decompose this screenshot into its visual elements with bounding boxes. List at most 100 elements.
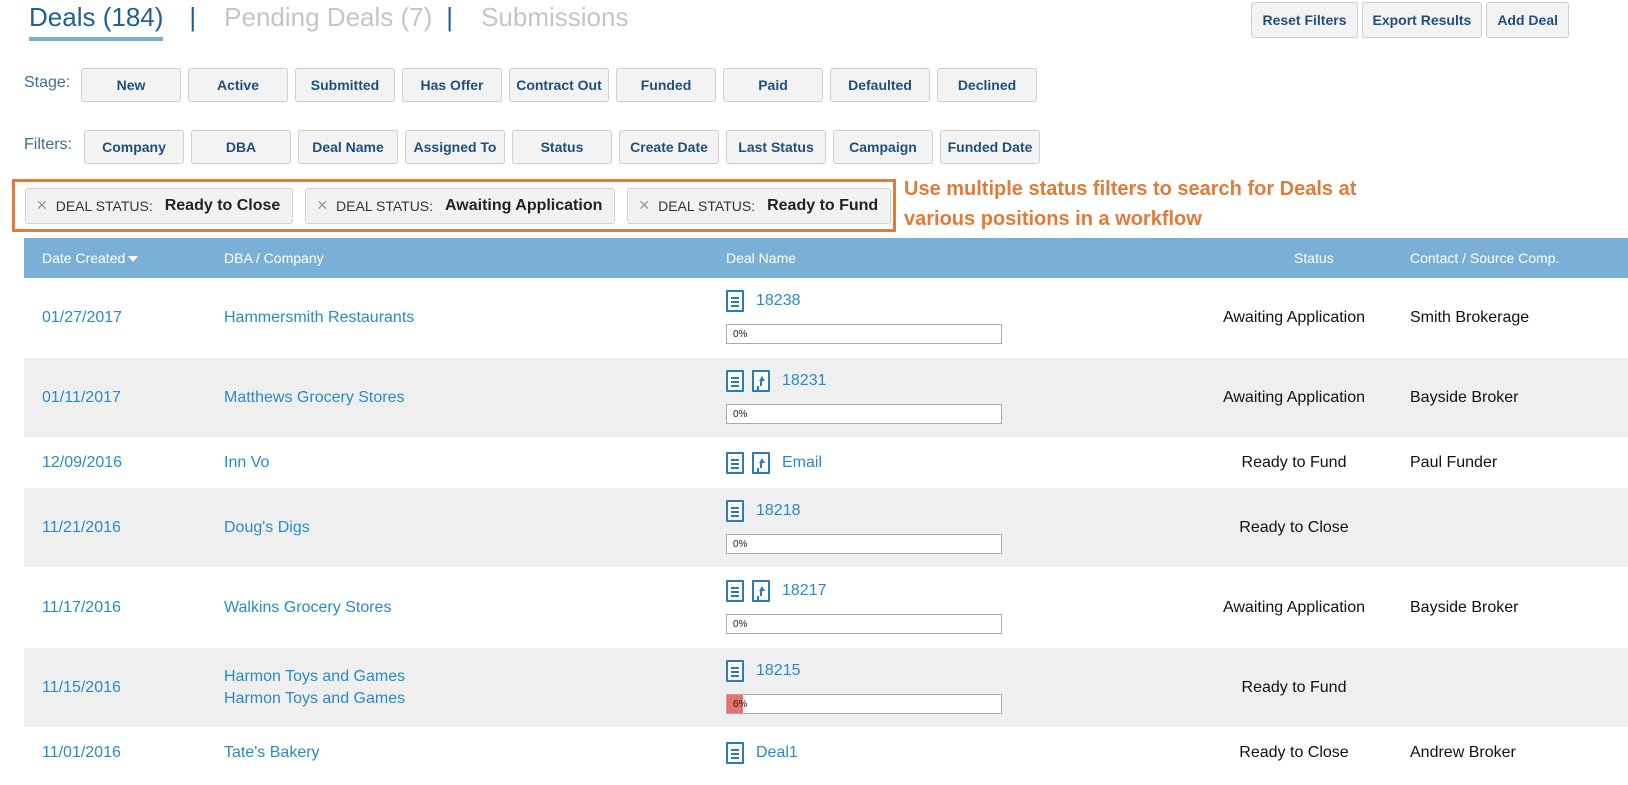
stage-contract-out-button[interactable]: Contract Out [509, 68, 609, 102]
document-icon[interactable] [726, 660, 744, 682]
sort-down-icon [128, 256, 139, 263]
filter-chips: Company DBA Deal Name Assigned To Status… [84, 130, 1040, 164]
progress-label: 0% [733, 329, 748, 340]
status-text: Ready to Fund [1241, 454, 1347, 471]
company-link[interactable]: Harmon Toys and Games [224, 690, 405, 708]
deal-name-link[interactable]: 18215 [756, 662, 801, 680]
progress-bar: 0% [726, 324, 1002, 344]
deals-table: Date Created DBA / Company Deal Name Sta… [24, 238, 1628, 778]
document-icon[interactable] [726, 500, 744, 522]
deal-name-cell: 18231 [726, 370, 827, 392]
contact-source-text: Paul Funder [1410, 454, 1498, 471]
progress-bar: 6% [726, 694, 1002, 714]
deal-name-cell: 18217 [726, 580, 827, 602]
dba-link[interactable]: Harmon Toys and Games [224, 668, 405, 686]
table-row: 11/01/2016 Tate's Bakery Deal1 Ready to Clo… [24, 728, 1628, 778]
contact-source-text: Andrew Broker [1410, 744, 1516, 761]
remove-filter-icon[interactable]: ✕ [316, 197, 328, 214]
filter-deal-name-button[interactable]: Deal Name [298, 130, 398, 164]
reset-filters-button[interactable]: Reset Filters [1251, 2, 1358, 38]
stage-has-offer-button[interactable]: Has Offer [402, 68, 502, 102]
contact-source-text: Smith Brokerage [1410, 309, 1530, 326]
column-header-date[interactable]: Date Created [42, 250, 139, 266]
date-created-link[interactable]: 01/27/2017 [42, 309, 122, 327]
table-row: 11/21/2016 Doug's Digs 18218 0% Ready to Clo… [24, 488, 1628, 568]
deal-name-link[interactable]: Deal1 [756, 744, 798, 762]
filter-last-status-button[interactable]: Last Status [726, 130, 826, 164]
upload-icon[interactable] [752, 452, 770, 474]
filter-status-button[interactable]: Status [512, 130, 612, 164]
stage-active-button[interactable]: Active [188, 68, 288, 102]
upload-icon[interactable] [752, 580, 770, 602]
deal-name-link[interactable]: 18238 [756, 292, 801, 310]
filters-label: Filters: [24, 136, 72, 153]
date-created-link[interactable]: 11/17/2016 [42, 599, 121, 617]
progress-label: 0% [733, 409, 748, 420]
dba-link[interactable]: Matthews Grocery Stores [224, 389, 405, 407]
upload-icon[interactable] [752, 370, 770, 392]
progress-bar: 0% [726, 534, 1002, 554]
tab-separator: | [446, 2, 454, 32]
dba-link[interactable]: Hammersmith Restaurants [224, 309, 414, 327]
progress-bar: 0% [726, 614, 1002, 634]
filter-tag-value: Awaiting Application [445, 196, 603, 214]
document-icon[interactable] [726, 452, 744, 474]
dba-link[interactable]: Doug's Digs [224, 519, 310, 537]
stage-defaulted-button[interactable]: Defaulted [830, 68, 930, 102]
tab-pending-deals[interactable]: Pending Deals (7) [224, 2, 432, 33]
stage-new-button[interactable]: New [81, 68, 181, 102]
progress-label: 0% [733, 539, 748, 550]
status-text: Ready to Close [1239, 744, 1349, 761]
date-created-link[interactable]: 11/15/2016 [42, 679, 121, 697]
stage-submitted-button[interactable]: Submitted [295, 68, 395, 102]
stage-chips: New Active Submitted Has Offer Contract … [81, 68, 1037, 102]
stage-funded-button[interactable]: Funded [616, 68, 716, 102]
filter-assigned-to-button[interactable]: Assigned To [405, 130, 505, 164]
column-header-date-label: Date Created [42, 250, 126, 266]
filter-dba-button[interactable]: DBA [191, 130, 291, 164]
tab-submissions[interactable]: Submissions [481, 2, 628, 33]
progress-bar: 0% [726, 404, 1002, 424]
status-text: Awaiting Application [1222, 599, 1366, 616]
filter-tag: ✕ DEAL STATUS: Ready to Close [25, 187, 294, 224]
deal-name-link[interactable]: 18231 [782, 372, 827, 390]
column-header-deal[interactable]: Deal Name [726, 250, 796, 266]
header-tabs: Deals (184) | Pending Deals (7) | Submis… [29, 2, 628, 41]
filter-campaign-button[interactable]: Campaign [833, 130, 933, 164]
column-header-status[interactable]: Status [1294, 250, 1334, 266]
document-icon[interactable] [726, 370, 744, 392]
tab-deals[interactable]: Deals (184) [29, 2, 164, 41]
filter-funded-date-button[interactable]: Funded Date [940, 130, 1040, 164]
stage-paid-button[interactable]: Paid [723, 68, 823, 102]
column-header-contact[interactable]: Contact / Source Comp. [1410, 250, 1559, 266]
progress-label: 6% [733, 699, 748, 710]
add-deal-button[interactable]: Add Deal [1486, 2, 1569, 38]
dba-link[interactable]: Walkins Grocery Stores [224, 599, 391, 617]
deal-name-link[interactable]: 18217 [782, 582, 827, 600]
document-icon[interactable] [726, 290, 744, 312]
date-created-link[interactable]: 01/11/2017 [42, 389, 121, 407]
deal-name-cell: 18218 [726, 500, 801, 522]
date-created-link[interactable]: 11/01/2016 [42, 744, 121, 762]
stage-declined-button[interactable]: Declined [937, 68, 1037, 102]
document-icon[interactable] [726, 742, 744, 764]
document-icon[interactable] [726, 580, 744, 602]
dba-link[interactable]: Tate's Bakery [224, 744, 320, 762]
date-created-link[interactable]: 12/09/2016 [42, 454, 122, 472]
deal-name-link[interactable]: 18218 [756, 502, 801, 520]
table-row: 01/27/2017 Hammersmith Restaurants 18238 0%… [24, 278, 1628, 358]
filter-company-button[interactable]: Company [84, 130, 184, 164]
remove-filter-icon[interactable]: ✕ [36, 197, 48, 214]
table-row: 12/09/2016 Inn Vo Email Ready to Fund Paul F… [24, 438, 1628, 488]
table-row: 01/11/2017 Matthews Grocery Stores 18231 0%… [24, 358, 1628, 438]
dba-link[interactable]: Inn Vo [224, 454, 269, 472]
column-header-dba[interactable]: DBA / Company [224, 250, 324, 266]
contact-source-text: Bayside Broker [1410, 389, 1519, 406]
export-results-button[interactable]: Export Results [1361, 2, 1483, 38]
deal-name-cell: 18238 [726, 290, 801, 312]
date-created-link[interactable]: 11/21/2016 [42, 519, 121, 537]
filter-create-date-button[interactable]: Create Date [619, 130, 719, 164]
remove-filter-icon[interactable]: ✕ [638, 197, 650, 214]
deal-name-link[interactable]: Email [782, 454, 822, 472]
filter-tag-key: DEAL STATUS: [336, 197, 434, 214]
